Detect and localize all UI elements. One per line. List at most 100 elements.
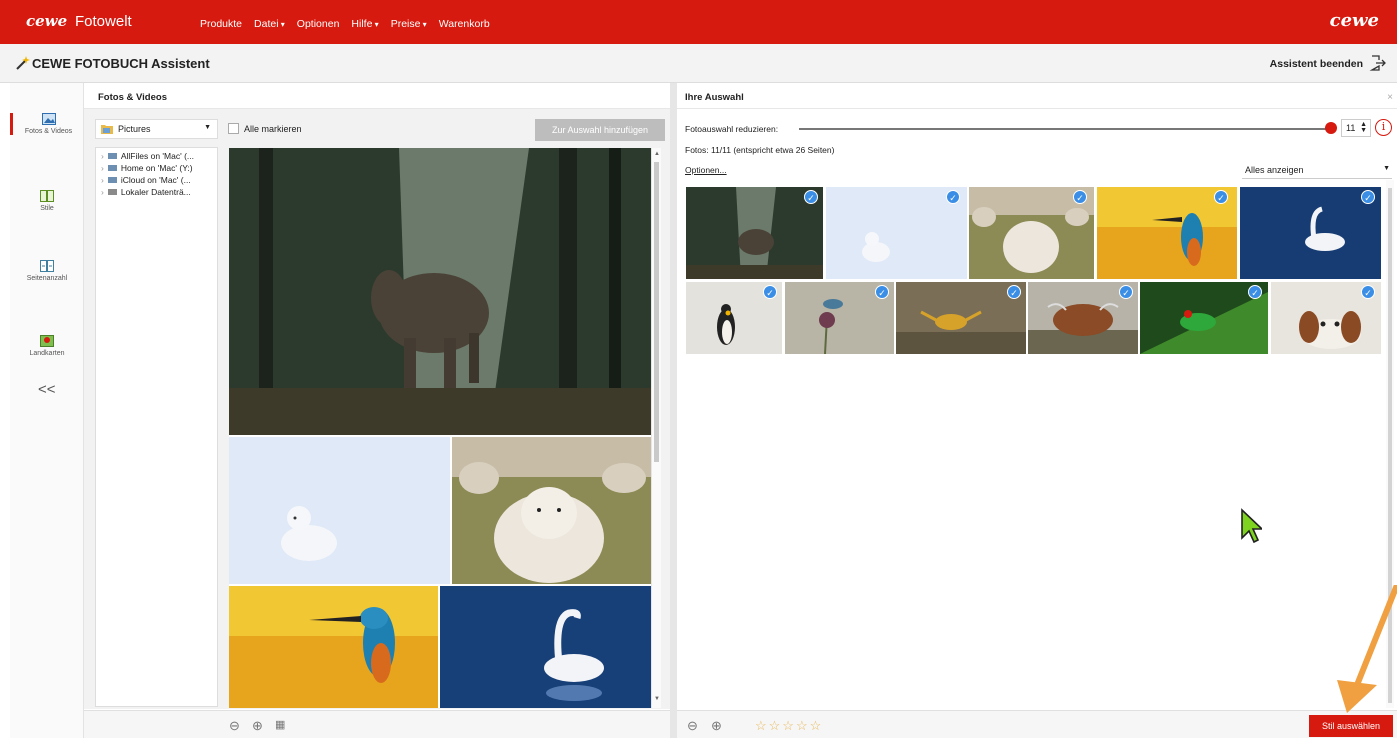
tree-node-label: Lokaler Datenträ... <box>120 187 191 197</box>
mark-all-label: Alle markieren <box>244 124 302 134</box>
assistant-titlebar: CEWE FOTOBUCH Assistent Assistent beende… <box>0 44 1397 83</box>
selected-photo-arctic-fox[interactable]: ✓ <box>826 187 967 279</box>
checkmark-icon[interactable]: ✓ <box>1361 285 1375 299</box>
annotation-arrow-icon <box>1337 585 1397 713</box>
collapse-sidebar-button[interactable]: << <box>38 381 56 398</box>
menu-optionen[interactable]: Optionen <box>297 18 340 30</box>
selected-photo-kingfisher[interactable]: ✓ <box>1097 187 1237 279</box>
reduce-slider-track[interactable] <box>799 128 1329 130</box>
checkmark-icon[interactable]: ✓ <box>875 285 889 299</box>
nav-landkarten[interactable]: Landkarten <box>10 335 84 357</box>
zoom-out-icon[interactable]: ⊖ <box>687 718 698 734</box>
photo-count-text: Fotos: 11/11 (entspricht etwa 26 Seiten) <box>685 145 835 155</box>
checkmark-icon[interactable]: ✓ <box>1214 190 1228 204</box>
reduce-selection-label: Fotoauswahl reduzieren: <box>685 124 779 134</box>
selected-photo-penguin[interactable]: ✓ <box>686 282 782 354</box>
selected-photo-crab[interactable]: ✓ <box>896 282 1026 354</box>
filter-dropdown-value: Alles anzeigen <box>1245 165 1304 175</box>
scroll-down-icon[interactable]: ▼ <box>654 696 660 702</box>
nav-seitenanzahl[interactable]: Seitenanzahl <box>10 260 84 282</box>
folder-icon <box>101 125 113 134</box>
folder-tree: › AllFiles on 'Mac' (... › Home on 'Mac' (… <box>95 147 218 707</box>
selected-photo-bird-flower[interactable]: ✓ <box>785 282 894 354</box>
exit-assistant-button[interactable]: Assistent beenden <box>1270 58 1363 70</box>
checkmark-icon[interactable]: ✓ <box>1248 285 1262 299</box>
selected-photo-frog[interactable]: ✓ <box>1140 282 1268 354</box>
folder-dropdown-value: Pictures <box>118 124 151 134</box>
cewe-logo: cewe <box>26 12 68 30</box>
photo-kingfisher[interactable] <box>229 586 438 708</box>
scrollbar-thumb[interactable] <box>654 162 659 462</box>
tree-node[interactable]: › AllFiles on 'Mac' (... <box>96 151 217 163</box>
folder-dropdown[interactable]: Pictures ▼ <box>95 119 218 139</box>
photo-swan[interactable] <box>440 586 651 708</box>
checkmark-icon[interactable]: ✓ <box>804 190 818 204</box>
photo-sheep[interactable] <box>452 437 651 584</box>
info-icon[interactable]: i <box>1375 119 1392 136</box>
right-bottom-toolbar: ⊖ ⊕ ☆☆☆☆☆ Stil auswählen <box>677 710 1397 738</box>
menu-datei[interactable]: Datei <box>254 18 285 30</box>
reduce-value-stepper[interactable]: 11 ▲ ▼ <box>1341 119 1371 137</box>
gallery-scrollbar[interactable]: ▲ ▼ <box>651 148 661 708</box>
reduce-slider-handle[interactable] <box>1325 122 1337 134</box>
checkmark-icon[interactable]: ✓ <box>1007 285 1021 299</box>
tree-node[interactable]: › iCloud on 'Mac' (... <box>96 175 217 187</box>
tree-node[interactable]: › Home on 'Mac' (Y:) <box>96 163 217 175</box>
selected-photo-dog[interactable]: ✓ <box>1271 282 1381 354</box>
network-drive-icon <box>107 153 117 159</box>
close-icon[interactable]: × <box>1387 92 1393 103</box>
checkmark-icon[interactable]: ✓ <box>946 190 960 204</box>
filter-dropdown[interactable]: Alles anzeigen ▼ <box>1242 161 1392 179</box>
photo-gallery <box>229 148 651 708</box>
photo-icon <box>41 113 56 125</box>
photos-panel-title: Fotos & Videos <box>98 92 167 103</box>
menu-warenkorb[interactable]: Warenkorb <box>439 18 490 30</box>
left-bottom-toolbar: ⊖ ⊕ ▦ <box>84 710 670 738</box>
nav-label: Landkarten <box>29 350 65 357</box>
menu-produkte[interactable]: Produkte <box>200 18 242 30</box>
mark-all-checkbox[interactable]: Alle markieren <box>228 123 302 134</box>
photo-elephant[interactable] <box>229 148 651 435</box>
tree-node-label: AllFiles on 'Mac' (... <box>120 151 194 161</box>
gallery-images <box>229 148 651 708</box>
zoom-in-icon[interactable]: ⊕ <box>711 718 722 734</box>
tree-node[interactable]: › Lokaler Datenträ... <box>96 187 217 199</box>
selected-photo-sheep[interactable]: ✓ <box>969 187 1094 279</box>
local-drive-icon <box>107 189 117 195</box>
checkmark-icon[interactable]: ✓ <box>1073 190 1087 204</box>
checkmark-icon[interactable]: ✓ <box>763 285 777 299</box>
selected-photo-swan[interactable]: ✓ <box>1240 187 1381 279</box>
chevron-down-icon: ▼ <box>204 124 211 131</box>
checkbox-icon <box>228 123 239 134</box>
selection-panel-header: Ihre Auswahl <box>677 83 1397 109</box>
select-style-button[interactable]: Stil auswählen <box>1309 715 1393 737</box>
scroll-up-icon[interactable]: ▲ <box>654 151 660 157</box>
zoom-out-icon[interactable]: ⊖ <box>229 718 240 734</box>
zoom-in-icon[interactable]: ⊕ <box>252 718 263 734</box>
network-drive-icon <box>107 177 117 183</box>
grid-view-icon[interactable]: ▦ <box>275 718 285 731</box>
fotowelt-label: Fotowelt <box>75 13 132 30</box>
pages-icon <box>40 260 54 272</box>
options-link[interactable]: Optionen... <box>685 165 727 175</box>
checkmark-icon[interactable]: ✓ <box>1119 285 1133 299</box>
panel-divider[interactable] <box>670 83 677 738</box>
rating-stars[interactable]: ☆☆☆☆☆ <box>755 718 823 734</box>
menu-hilfe[interactable]: Hilfe <box>351 18 378 30</box>
add-to-selection-button[interactable]: Zur Auswahl hinzufügen <box>535 119 665 141</box>
nav-label: Seitenanzahl <box>26 275 68 282</box>
checkmark-icon[interactable]: ✓ <box>1361 190 1375 204</box>
styles-icon <box>40 190 54 202</box>
menu-preise[interactable]: Preise <box>391 18 427 30</box>
tree-node-label: iCloud on 'Mac' (... <box>120 175 191 185</box>
magic-wand-icon <box>16 56 30 70</box>
network-drive-icon <box>107 165 117 171</box>
selected-photo-highland-cattle[interactable]: ✓ <box>1028 282 1138 354</box>
stepper-arrows-icon[interactable]: ▲ ▼ <box>1360 121 1367 134</box>
nav-fotos-videos[interactable]: Fotos & Videos <box>10 113 84 135</box>
mouse-cursor-icon <box>1241 508 1262 544</box>
nav-stile[interactable]: Stile <box>10 190 84 212</box>
selected-photo-elephant[interactable]: ✓ <box>686 187 823 279</box>
exit-icon[interactable] <box>1369 54 1387 72</box>
photo-arctic-fox[interactable] <box>229 437 450 584</box>
